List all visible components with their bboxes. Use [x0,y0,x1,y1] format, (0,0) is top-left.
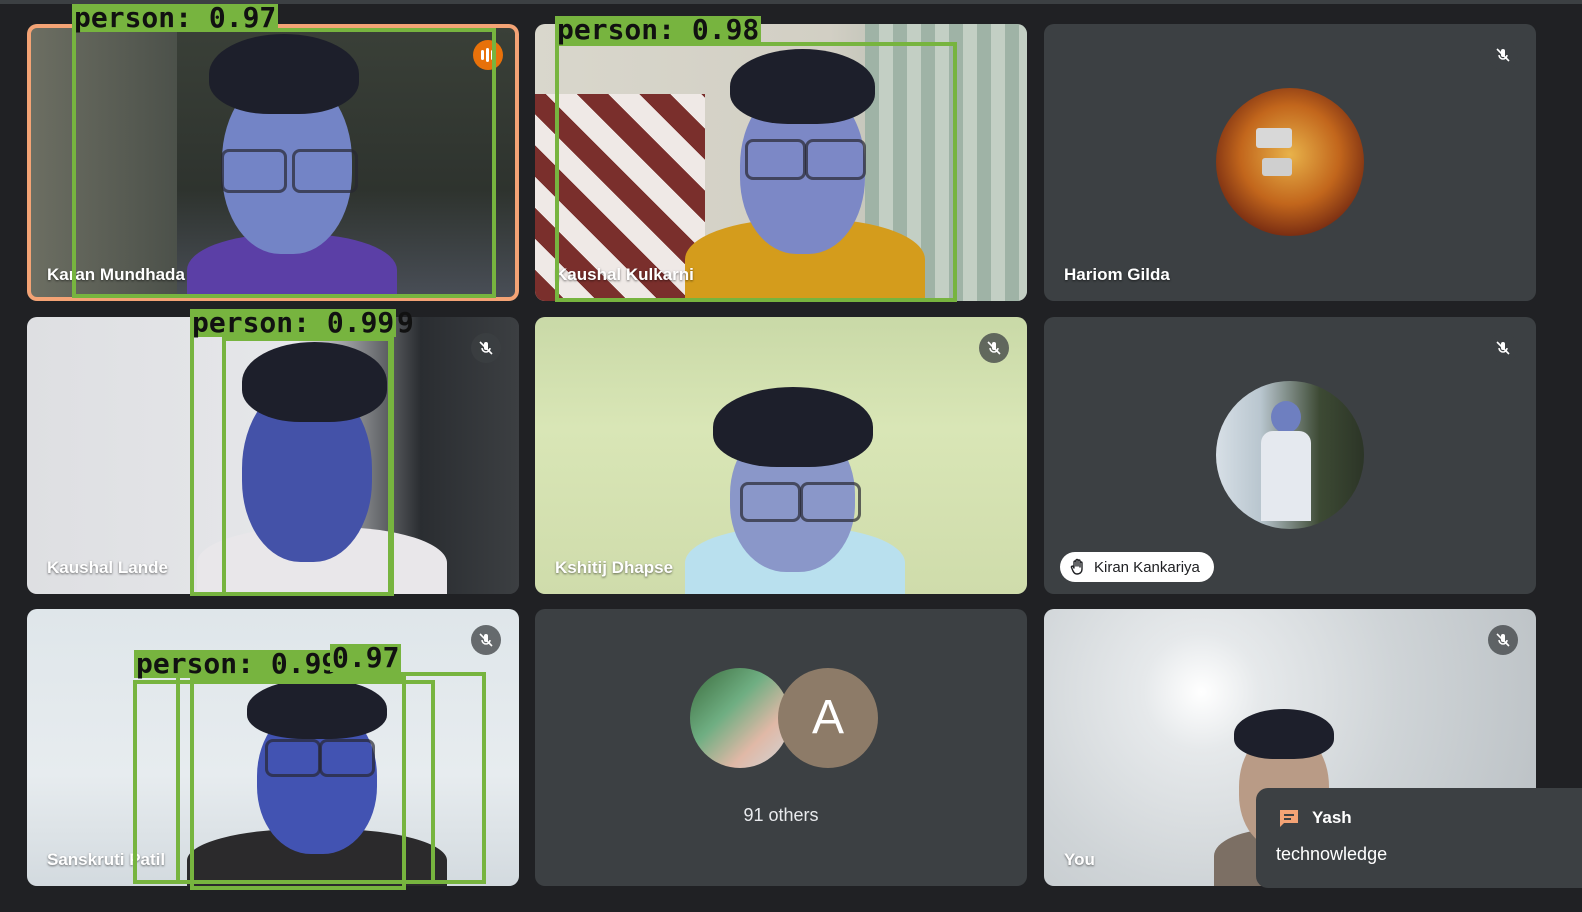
raised-hand-icon [1070,558,1083,575]
mic-off-icon [471,625,501,655]
detection-label: 0.97 [330,641,402,674]
participant-name: Hariom Gilda [1064,265,1170,284]
chat-notification[interactable]: Yash technowledge [1256,788,1582,888]
participant-name: You [1064,850,1095,869]
participant-figure [685,39,925,301]
others-count: 91 others [743,805,819,825]
letter-avatar: A [778,668,878,768]
chat-sender: Yash [1312,808,1352,827]
speaking-indicator-icon [473,40,503,70]
participant-tile-karan[interactable]: Karan Mundhada [27,24,519,301]
participant-figure [685,387,905,594]
mic-off-icon [471,333,501,363]
participant-name: Kaushal Lande [47,558,168,577]
participant-name: Kiran Kankariya [1094,558,1200,576]
detection-label: person: 0.97 [72,1,279,34]
detection-label: person: 0.99 [134,647,341,680]
chat-message: technowledge [1276,844,1388,864]
participant-name: Sanskruti Patil [47,850,166,869]
others-tile[interactable]: A 91 others [535,609,1027,886]
participant-tile-kaushal-lande[interactable]: Kaushal Lande [27,317,519,594]
participant-tile-kaushal-kulkarni[interactable]: Kaushal Kulkarni [535,24,1027,301]
participant-figure [197,337,447,594]
participant-name: Kaushal Kulkarni [555,265,694,284]
participant-tile-hariom[interactable]: Hariom Gilda [1044,24,1536,301]
participant-tile-kshitij[interactable]: Kshitij Dhapse [535,317,1027,594]
chat-message-icon [1280,810,1298,827]
guitar-avatar-image [1216,88,1364,236]
detection-label: person: 0.98 [555,13,762,46]
mic-off-icon [1488,333,1518,363]
participant-name: Karan Mundhada [47,265,185,284]
raised-hand-badge: Kiran Kankariya [1060,552,1214,582]
mic-off-icon [979,333,1009,363]
participant-figure [177,34,407,301]
participant-figure [187,679,447,886]
other-participant-avatar [690,668,790,768]
participant-tile-kiran[interactable]: Kiran Kankariya [1044,317,1536,594]
mic-off-icon [1488,40,1518,70]
mic-off-icon [1488,625,1518,655]
participant-name: Kshitij Dhapse [555,558,674,577]
detection-label: person: 0.99 [190,306,397,339]
detection-label: 9 [397,306,414,339]
profile-avatar-image [1216,381,1364,529]
